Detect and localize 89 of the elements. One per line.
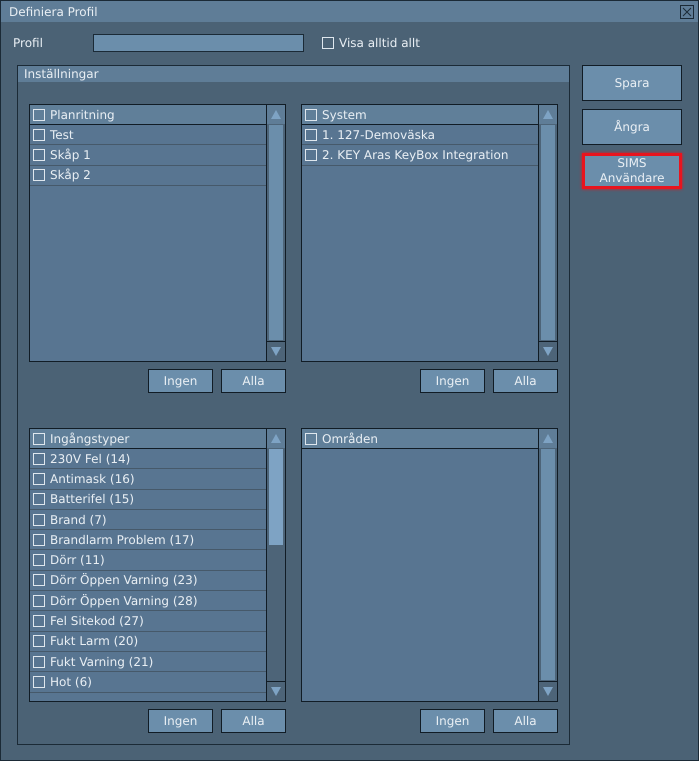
- list-item-label: Brandlarm Problem (17): [50, 532, 194, 547]
- list-item-label: Hot (6): [50, 674, 92, 689]
- list-item-label: Fel Sitekod (27): [50, 614, 144, 628]
- select-button[interactable]: Ingen: [148, 369, 213, 393]
- checkbox[interactable]: [33, 635, 45, 648]
- checkbox[interactable]: [305, 128, 317, 141]
- select-button[interactable]: Alla: [221, 369, 286, 393]
- list-item-label: 1. 127-Demoväska: [322, 128, 435, 142]
- checkbox[interactable]: [33, 128, 45, 141]
- close-icon[interactable]: [680, 4, 694, 18]
- select-button[interactable]: Ingen: [420, 709, 485, 733]
- list-item-label: Brand (7): [50, 512, 107, 527]
- checkbox[interactable]: [322, 37, 334, 49]
- list-item-label: Skåp 1: [50, 148, 91, 162]
- checkbox-label: Visa alltid allt: [339, 36, 420, 50]
- list-item[interactable]: Brand (7): [30, 510, 266, 530]
- checkbox[interactable]: [33, 432, 45, 444]
- list-item[interactable]: 2. KEY Aras KeyBox Integration: [302, 145, 538, 166]
- list-item[interactable]: Dörr Öppen Varning (23): [30, 570, 266, 592]
- checkbox[interactable]: [33, 169, 45, 182]
- checkbox[interactable]: [33, 554, 45, 566]
- select-button[interactable]: Ingen: [420, 369, 485, 393]
- list-header[interactable]: Ingångstyper: [30, 429, 266, 449]
- scrollbar[interactable]: [266, 429, 285, 701]
- list-item-label: Dörr (11): [50, 553, 105, 568]
- checkbox[interactable]: [33, 514, 45, 526]
- list-header[interactable]: Planritning: [30, 105, 266, 125]
- checkbox[interactable]: [33, 615, 45, 628]
- list-item-label: Dörr Öppen Varning (28): [50, 594, 198, 608]
- select-button[interactable]: Alla: [493, 369, 558, 393]
- select-button[interactable]: Alla: [221, 709, 286, 733]
- scrollbar[interactable]: [538, 105, 557, 361]
- list-item-label: Antimask (16): [50, 472, 135, 486]
- checkbox[interactable]: [33, 574, 45, 586]
- list-header-label: System: [322, 108, 367, 122]
- list-item-label: 2. KEY Aras KeyBox Integration: [322, 148, 508, 162]
- list-item[interactable]: 1. 127-Demoväska: [302, 125, 538, 146]
- scroll-thumb[interactable]: [269, 125, 283, 340]
- list-item[interactable]: Dörr (11): [30, 550, 266, 571]
- list-item[interactable]: Hot (6): [30, 672, 266, 693]
- checkbox[interactable]: [305, 148, 317, 161]
- list-item[interactable]: Skåp 1: [30, 145, 266, 166]
- list-item-label: Fukt Larm (20): [50, 634, 138, 648]
- scroll-thumb[interactable]: [269, 449, 283, 545]
- list-item[interactable]: Fel Sitekod (27): [30, 611, 266, 632]
- list-item[interactable]: 230V Fel (14): [30, 449, 266, 470]
- list-header-label: Ingångstyper: [50, 432, 130, 446]
- checkbox[interactable]: [33, 493, 45, 506]
- action-button[interactable]: Spara: [582, 65, 682, 101]
- list-item[interactable]: Test: [30, 125, 266, 146]
- list-header[interactable]: System: [302, 105, 538, 125]
- select-button[interactable]: Alla: [493, 709, 558, 733]
- list-item-label: Dörr Öppen Varning (23): [50, 573, 198, 588]
- checkbox[interactable]: [33, 452, 45, 465]
- list-header-label: Planritning: [50, 108, 115, 122]
- window-title: Definiera Profil: [9, 4, 98, 18]
- list-item[interactable]: Antimask (16): [30, 469, 266, 490]
- scroll-thumb[interactable]: [541, 449, 555, 680]
- list-item[interactable]: Dörr Öppen Varning (28): [30, 591, 266, 612]
- checkbox[interactable]: [305, 108, 317, 120]
- list-item-label: 230V Fel (14): [50, 452, 130, 466]
- list-header[interactable]: Områden: [302, 429, 538, 449]
- action-button[interactable]: SIMS Användare: [582, 153, 682, 189]
- checkbox[interactable]: [33, 472, 45, 485]
- checkbox[interactable]: [33, 594, 45, 607]
- list-item-label: Test: [50, 128, 74, 142]
- checkbox[interactable]: [305, 432, 317, 444]
- scrollbar[interactable]: [538, 429, 557, 701]
- list-item-label: Skåp 2: [50, 168, 91, 182]
- list-item-label: Batterifel (15): [50, 492, 134, 506]
- list-item-label: Fukt Varning (21): [50, 654, 154, 669]
- scroll-thumb[interactable]: [541, 125, 555, 340]
- profile-label: Profil: [13, 36, 44, 50]
- checkbox[interactable]: [33, 676, 45, 688]
- list-item[interactable]: Fukt Larm (20): [30, 632, 266, 652]
- scrollbar[interactable]: [266, 105, 285, 361]
- group-title: Inställningar: [24, 67, 99, 81]
- list-item[interactable]: Skåp 2: [30, 166, 266, 186]
- list-header-label: Områden: [322, 432, 378, 446]
- checkbox[interactable]: [33, 148, 45, 161]
- checkbox[interactable]: [33, 108, 45, 120]
- action-button[interactable]: Ångra: [582, 109, 682, 145]
- checkbox[interactable]: [33, 656, 45, 668]
- checkbox[interactable]: [33, 534, 45, 546]
- profile-input-field[interactable]: [93, 34, 304, 52]
- list-item[interactable]: Brandlarm Problem (17): [30, 530, 266, 550]
- list-item[interactable]: Fukt Varning (21): [30, 652, 266, 672]
- select-button[interactable]: Ingen: [148, 709, 213, 733]
- list-item[interactable]: Batterifel (15): [30, 490, 266, 510]
